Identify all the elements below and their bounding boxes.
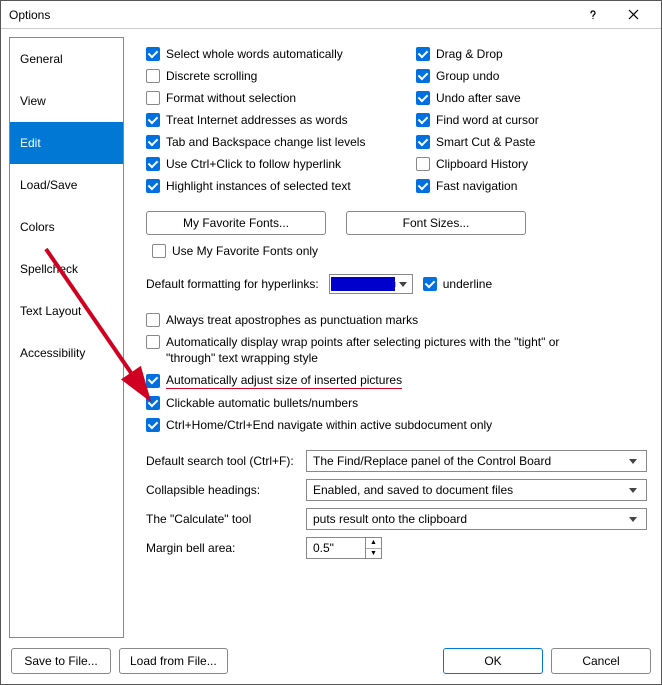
collapsible-headings-label: Collapsible headings:	[146, 483, 306, 497]
nav-accessibility[interactable]: Accessibility	[10, 332, 123, 374]
collapsible-headings-value: Enabled, and saved to document files	[313, 483, 513, 497]
margin-bell-value[interactable]: 0.5"	[306, 537, 366, 559]
chk-highlight-selected-text[interactable]: Highlight instances of selected text	[146, 178, 416, 194]
load-from-file-button[interactable]: Load from File...	[119, 648, 228, 674]
chk-tab-backspace-list-levels[interactable]: Tab and Backspace change list levels	[146, 134, 416, 150]
chk-select-whole-words[interactable]: Select whole words automatically	[146, 46, 416, 62]
chk-format-without-selection[interactable]: Format without selection	[146, 90, 416, 106]
save-to-file-button[interactable]: Save to File...	[11, 648, 111, 674]
calculate-tool-value: puts result onto the clipboard	[313, 512, 467, 526]
nav-general[interactable]: General	[10, 38, 123, 80]
help-button[interactable]	[573, 2, 613, 28]
nav-colors[interactable]: Colors	[10, 206, 123, 248]
hyperlink-color-picker[interactable]	[329, 274, 413, 294]
nav-text-layout[interactable]: Text Layout	[10, 290, 123, 332]
chk-ctrl-home-end-subdoc[interactable]: Ctrl+Home/Ctrl+End navigate within activ…	[146, 417, 647, 433]
chk-auto-adjust-picture-size[interactable]: Automatically adjust size of inserted pi…	[146, 372, 647, 389]
chevron-down-icon	[626, 459, 640, 464]
font-sizes-button[interactable]: Font Sizes...	[346, 211, 526, 235]
ok-button[interactable]: OK	[443, 648, 543, 674]
chevron-down-icon	[626, 488, 640, 493]
hyperlink-formatting-label: Default formatting for hyperlinks:	[146, 277, 319, 291]
chk-fast-navigation[interactable]: Fast navigation	[416, 178, 539, 194]
collapsible-headings-select[interactable]: Enabled, and saved to document files	[306, 479, 647, 501]
chevron-down-icon	[395, 282, 411, 287]
margin-bell-spinner[interactable]: 0.5" ▲ ▼	[306, 537, 382, 559]
nav-spellcheck[interactable]: Spellcheck	[10, 248, 123, 290]
default-search-tool-select[interactable]: The Find/Replace panel of the Control Bo…	[306, 450, 647, 472]
chk-discrete-scrolling[interactable]: Discrete scrolling	[146, 68, 416, 84]
margin-bell-label: Margin bell area:	[146, 541, 306, 555]
chk-find-word-at-cursor[interactable]: Find word at cursor	[416, 112, 539, 128]
chk-treat-internet-addresses[interactable]: Treat Internet addresses as words	[146, 112, 416, 128]
chk-undo-after-save[interactable]: Undo after save	[416, 90, 539, 106]
chk-ctrl-click-hyperlink[interactable]: Use Ctrl+Click to follow hyperlink	[146, 156, 416, 172]
nav-edit[interactable]: Edit	[10, 122, 123, 164]
nav-load-save[interactable]: Load/Save	[10, 164, 123, 206]
my-favorite-fonts-button[interactable]: My Favorite Fonts...	[146, 211, 326, 235]
chk-use-favorite-fonts-only[interactable]: Use My Favorite Fonts only	[152, 243, 647, 259]
chk-clickable-bullets[interactable]: Clickable automatic bullets/numbers	[146, 395, 647, 411]
chk-auto-wrap-points[interactable]: Automatically display wrap points after …	[146, 334, 647, 366]
calculate-tool-select[interactable]: puts result onto the clipboard	[306, 508, 647, 530]
close-button[interactable]	[613, 2, 653, 28]
window-title: Options	[9, 8, 573, 22]
chk-apostrophes-punctuation[interactable]: Always treat apostrophes as punctuation …	[146, 312, 647, 328]
spin-up-icon[interactable]: ▲	[366, 538, 381, 549]
nav-view[interactable]: View	[10, 80, 123, 122]
spin-down-icon[interactable]: ▼	[366, 549, 381, 559]
category-sidebar: General View Edit Load/Save Colors Spell…	[9, 37, 124, 638]
cancel-button[interactable]: Cancel	[551, 648, 651, 674]
chk-hyperlink-underline[interactable]: underline	[423, 276, 492, 292]
chevron-down-icon	[626, 517, 640, 522]
default-search-tool-label: Default search tool (Ctrl+F):	[146, 454, 306, 468]
chk-clipboard-history[interactable]: Clipboard History	[416, 156, 539, 172]
chk-drag-drop[interactable]: Drag & Drop	[416, 46, 539, 62]
chk-smart-cut-paste[interactable]: Smart Cut & Paste	[416, 134, 539, 150]
calculate-tool-label: The "Calculate" tool	[146, 512, 306, 526]
default-search-tool-value: The Find/Replace panel of the Control Bo…	[313, 454, 551, 468]
chk-group-undo[interactable]: Group undo	[416, 68, 539, 84]
hyperlink-color-swatch	[331, 277, 395, 291]
